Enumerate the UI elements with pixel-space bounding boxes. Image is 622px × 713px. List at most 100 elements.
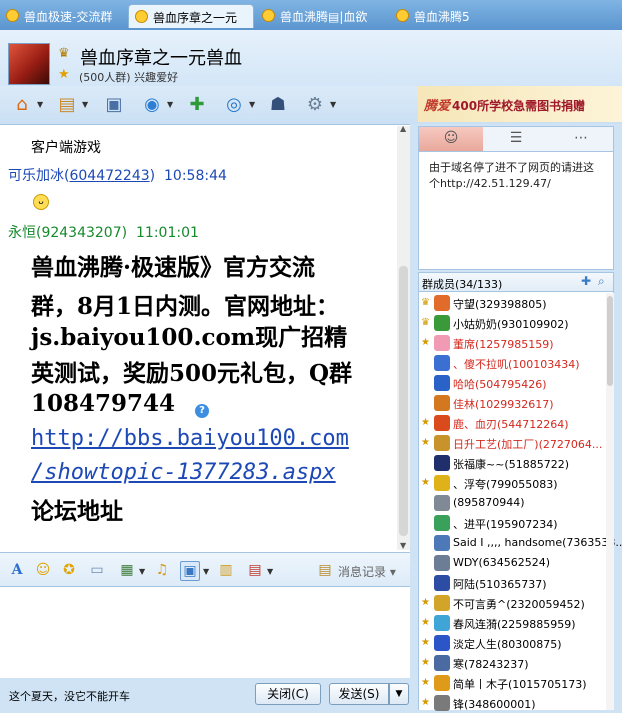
- member-item[interactable]: 、傻不拉叽(100103434): [418, 353, 606, 373]
- sender-name[interactable]: 可乐加冰: [8, 168, 64, 184]
- member-item[interactable]: ★ 春风连漪(2259885959): [418, 613, 606, 633]
- image-icon[interactable]: ▦: [118, 561, 136, 579]
- album-icon[interactable]: ▣: [102, 93, 126, 117]
- tab-1[interactable]: 兽血序章之一元: [128, 4, 254, 28]
- member-avatar[interactable]: [434, 455, 450, 471]
- list-icon[interactable]: ☰: [506, 130, 526, 148]
- send-button[interactable]: 发送(S): [329, 683, 389, 705]
- more-icon[interactable]: ⋯: [571, 130, 591, 148]
- member-avatar[interactable]: [434, 535, 450, 551]
- member-avatar[interactable]: [434, 555, 450, 571]
- help-icon[interactable]: ?: [195, 404, 209, 418]
- member-badge-icon: [420, 517, 431, 528]
- member-item[interactable]: 哈哈(504795426): [418, 373, 606, 393]
- member-avatar[interactable]: [434, 335, 450, 351]
- chat-scroll-thumb[interactable]: [399, 266, 408, 536]
- message-time: 11:01:01: [136, 225, 199, 241]
- member-item[interactable]: ★ 淡定人生(80300875): [418, 633, 606, 653]
- member-item[interactable]: ★ 鹿、血刃(544712264): [418, 413, 606, 433]
- member-item[interactable]: 佳林(1029932617): [418, 393, 606, 413]
- chart-icon[interactable]: ▥: [217, 561, 235, 579]
- member-item[interactable]: WDY(634562524): [418, 553, 606, 573]
- gear-icon[interactable]: ⚙: [303, 93, 327, 117]
- gift-icon[interactable]: ▤: [246, 561, 264, 579]
- font-icon[interactable]: A: [8, 561, 26, 579]
- emoji-picker-icon[interactable]: ☺: [34, 561, 52, 579]
- chevron-down-icon[interactable]: ▼: [139, 567, 145, 576]
- member-item[interactable]: ★ 董席(1257985159): [418, 333, 606, 353]
- chevron-down-icon[interactable]: ▼: [82, 100, 88, 109]
- member-avatar[interactable]: [434, 675, 450, 691]
- member-avatar[interactable]: [434, 475, 450, 491]
- member-avatar[interactable]: [434, 495, 450, 511]
- tab-2[interactable]: 兽血沸腾▤|血欲: [256, 4, 388, 28]
- tab-0[interactable]: 兽血极速-交流群: [0, 4, 126, 28]
- screen-share-icon[interactable]: ▣: [180, 561, 200, 581]
- scroll-up-icon[interactable]: ▲: [400, 124, 406, 133]
- member-item[interactable]: Said I ,,,, handsome(7363538...: [418, 533, 622, 553]
- member-avatar[interactable]: [434, 695, 450, 711]
- member-item[interactable]: 阿陆(510365737): [418, 573, 606, 593]
- member-avatar[interactable]: [434, 375, 450, 391]
- music-icon[interactable]: ♫: [153, 561, 171, 579]
- member-avatar[interactable]: [434, 615, 450, 631]
- video-icon[interactable]: ◎: [222, 93, 246, 117]
- member-item[interactable]: ★ 不可言勇^(2320059452): [418, 593, 606, 613]
- member-avatar[interactable]: [434, 355, 450, 371]
- chevron-down-icon[interactable]: ▼: [267, 567, 273, 576]
- close-button[interactable]: 关闭(C): [255, 683, 321, 705]
- members-icon[interactable]: ☺: [441, 130, 461, 148]
- magic-emoji-icon[interactable]: ✪: [60, 561, 78, 579]
- member-avatar[interactable]: [434, 315, 450, 331]
- member-item[interactable]: ★ 锋(348600001): [418, 693, 606, 713]
- member-avatar[interactable]: [434, 575, 450, 591]
- member-avatar[interactable]: [434, 415, 450, 431]
- member-avatar[interactable]: [434, 515, 450, 531]
- send-options-button[interactable]: ▼: [389, 683, 409, 705]
- chevron-down-icon[interactable]: ▼: [203, 567, 209, 576]
- group-avatar[interactable]: [8, 43, 50, 85]
- member-item[interactable]: (895870944): [418, 493, 606, 513]
- police-icon[interactable]: ☗: [266, 93, 290, 117]
- member-avatar[interactable]: [434, 395, 450, 411]
- members-title: 群成员(34/133): [422, 278, 503, 291]
- forum-link[interactable]: http://bbs.baiyou100.com: [31, 426, 349, 451]
- chevron-down-icon[interactable]: ▼: [249, 100, 255, 109]
- member-avatar[interactable]: [434, 635, 450, 651]
- folder-icon[interactable]: ▤: [55, 93, 79, 117]
- sender-qq-link[interactable]: 604472243: [69, 168, 149, 184]
- chevron-down-icon[interactable]: ▼: [37, 100, 43, 109]
- member-item[interactable]: ★ 、浮夸(799055083): [418, 473, 606, 493]
- screenshot-icon[interactable]: ▭: [88, 561, 106, 579]
- message-input[interactable]: [0, 586, 410, 679]
- member-item[interactable]: ★ 寒(78243237): [418, 653, 606, 673]
- member-avatar[interactable]: [434, 435, 450, 451]
- members-scroll-thumb[interactable]: [607, 296, 613, 386]
- forum-link[interactable]: /showtopic-1377283.aspx: [31, 460, 336, 485]
- add-message-icon[interactable]: ✚: [185, 93, 209, 117]
- member-item[interactable]: ★ 日升工艺(加工厂)(2727064...: [418, 433, 606, 453]
- member-name: 不可言勇^(2320059452): [453, 598, 585, 611]
- group-name[interactable]: 兽血序章之一元兽血: [80, 44, 242, 70]
- chevron-down-icon[interactable]: ▼: [167, 100, 173, 109]
- member-avatar[interactable]: [434, 595, 450, 611]
- member-name: 鹿、血刃(544712264): [453, 418, 569, 431]
- member-avatar[interactable]: [434, 655, 450, 671]
- tab-3[interactable]: 兽血沸腾5: [390, 4, 472, 28]
- chevron-down-icon[interactable]: ▼: [330, 100, 336, 109]
- voice-icon[interactable]: ◉: [140, 93, 164, 117]
- member-item[interactable]: ♛ 守望(329398805): [418, 293, 606, 313]
- ad-banner[interactable]: 腾爱 400所学校急需图书捐赠: [418, 86, 622, 122]
- member-item[interactable]: 、进平(195907234): [418, 513, 606, 533]
- member-item[interactable]: ★ 简单丨木子(1015705173): [418, 673, 606, 693]
- search-icon[interactable]: ⌕: [598, 274, 605, 289]
- member-badge-icon: ★: [421, 417, 430, 428]
- sender-name[interactable]: 永恒(924343207): [8, 225, 127, 241]
- scroll-down-icon[interactable]: ▼: [400, 541, 406, 550]
- message-history-button[interactable]: 消息记录 ▾: [338, 563, 396, 580]
- member-item[interactable]: ♛ 小姑奶奶(930109902): [418, 313, 606, 333]
- home-icon[interactable]: ⌂: [10, 93, 34, 117]
- member-avatar[interactable]: [434, 295, 450, 311]
- add-member-icon[interactable]: ✚: [581, 274, 591, 288]
- member-item[interactable]: 张福康~~(51885722): [418, 453, 606, 473]
